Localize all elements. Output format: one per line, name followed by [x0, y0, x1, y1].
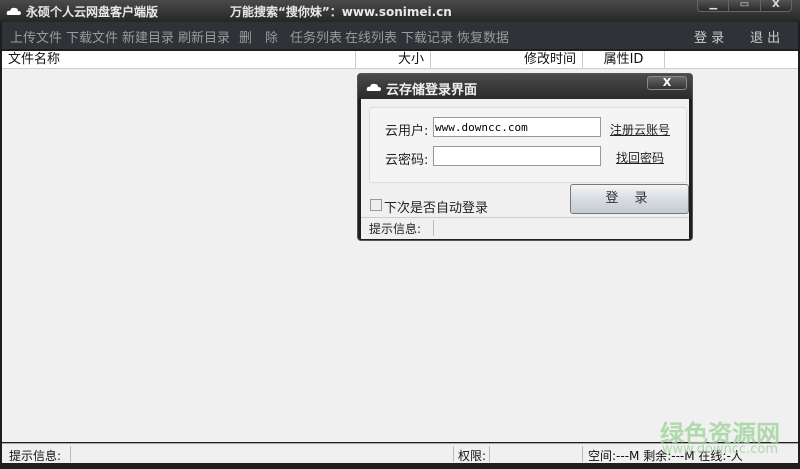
login-button[interactable]: 登 录 [570, 184, 689, 214]
password-input[interactable] [433, 146, 601, 166]
upload-button[interactable]: 上传文件 [10, 27, 62, 46]
login-dialog: 云存储登录界面 X 云用户: 注册云账号 云密码: 找回密码 下次是否自动登录 … [357, 73, 693, 241]
toolbar: 上传文件 下载文件 新建目录 刷新目录 删 除 任务列表 在线列表 下载记录 恢… [2, 22, 798, 49]
restore-button[interactable]: 恢复数据 [457, 27, 509, 46]
app-title: 永硕个人云网盘客户端版 [26, 5, 159, 19]
username-input[interactable] [433, 117, 601, 137]
cloud-icon [366, 83, 381, 91]
column-modified[interactable]: 修改时间 [431, 51, 583, 69]
maximize-button[interactable]: ▭ [728, 0, 759, 11]
close-button[interactable]: X [759, 0, 791, 11]
task-list-button[interactable]: 任务列表 [290, 27, 342, 46]
dialog-info-label: 提示信息: [369, 222, 422, 236]
dialog-title: 云存储登录界面 [386, 83, 478, 98]
dialog-status: 提示信息: [361, 217, 689, 237]
file-list-header: 文件名称 大小 修改时间 属性ID [2, 51, 798, 69]
new-folder-button[interactable]: 新建目录 [122, 27, 174, 46]
title-bar: 永硕个人云网盘客户端版 万能搜索“搜你妹”：www.sonimei.cn ▁ ▭… [0, 0, 800, 22]
column-size[interactable]: 大小 [356, 51, 431, 69]
online-list-button[interactable]: 在线列表 [345, 27, 397, 46]
minimize-button[interactable]: ▁ [698, 0, 728, 11]
refresh-button[interactable]: 刷新目录 [178, 27, 230, 46]
dialog-close-button[interactable]: X [647, 76, 687, 90]
auto-login-checkbox[interactable] [370, 199, 382, 211]
download-button[interactable]: 下载文件 [66, 27, 118, 46]
delete-button[interactable]: 删 除 [239, 27, 278, 46]
window-controls: ▁ ▭ X [697, 0, 792, 12]
user-label: 云用户: [385, 124, 429, 139]
password-label: 云密码: [385, 153, 429, 168]
column-attr-id[interactable]: 属性ID [583, 51, 665, 69]
app-slogan: 万能搜索“搜你妹”：www.sonimei.cn [230, 5, 452, 19]
auto-login-label[interactable]: 下次是否自动登录 [384, 197, 488, 216]
recover-password-link[interactable]: 找回密码 [616, 149, 664, 166]
logout-link[interactable]: 退 出 [750, 27, 780, 46]
status-permission-label: 权限: [458, 449, 487, 463]
dialog-title-bar: 云存储登录界面 X [358, 74, 692, 99]
cloud-icon [6, 7, 22, 15]
register-link[interactable]: 注册云账号 [610, 121, 670, 138]
download-history-button[interactable]: 下载记录 [401, 27, 453, 46]
login-link[interactable]: 登 录 [694, 27, 724, 46]
watermark-url: www.downcc.com [661, 442, 778, 457]
status-info-label: 提示信息: [9, 449, 62, 463]
column-name[interactable]: 文件名称 [2, 51, 356, 69]
